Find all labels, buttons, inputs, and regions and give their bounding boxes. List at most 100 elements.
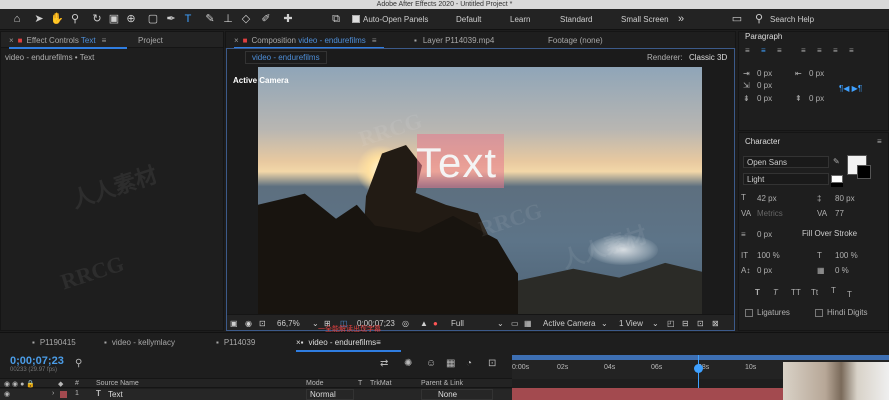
draft-3d-icon[interactable]: ✺: [404, 358, 412, 369]
baseline-shift-field[interactable]: 0 px: [757, 266, 772, 275]
search-help-field[interactable]: Search Help: [770, 15, 814, 24]
chevron-down-icon[interactable]: ⌄: [601, 319, 608, 328]
align-right-icon[interactable]: ≡: [777, 46, 782, 55]
resize-icon[interactable]: ⊡: [259, 319, 266, 328]
indent-left-field[interactable]: 0 px: [757, 69, 772, 78]
brush-tool-icon[interactable]: ✎: [203, 12, 217, 26]
timeline-timecode[interactable]: 0;00;07;23: [10, 355, 64, 367]
small-caps-button[interactable]: Tt: [811, 288, 818, 297]
mask-toggle-icon[interactable]: ◉: [245, 319, 252, 328]
workspace-learn[interactable]: Learn: [510, 15, 530, 24]
eraser-tool-icon[interactable]: ◇: [239, 12, 253, 26]
panel-menu-icon[interactable]: ≡: [102, 36, 107, 45]
horizontal-scale-field[interactable]: 100 %: [835, 251, 858, 260]
search-icon[interactable]: ⚲: [752, 12, 766, 26]
font-family-dropdown[interactable]: Open Sans: [743, 156, 829, 168]
tab-layer[interactable]: ▪ Layer P114039.mp4: [414, 36, 494, 45]
type-tool-icon[interactable]: T: [181, 12, 195, 26]
layer-mode-dropdown[interactable]: Normal: [306, 389, 354, 400]
subscript-button[interactable]: T: [847, 290, 852, 299]
frame-blending-icon[interactable]: ▦: [446, 358, 455, 369]
composition-viewer[interactable]: video - endurefilms Renderer: Classic 3D…: [226, 48, 735, 331]
sync-icon[interactable]: ▭: [730, 12, 744, 26]
first-line-indent-field[interactable]: 0 px: [757, 81, 772, 90]
black-swatch[interactable]: [831, 183, 843, 187]
chevron-down-icon[interactable]: ⌄: [652, 319, 659, 328]
layer-label-color[interactable]: [60, 391, 67, 398]
show-snapshot-icon[interactable]: ▲: [420, 319, 428, 328]
tab-project[interactable]: Project: [138, 36, 163, 45]
text-direction-icon[interactable]: ¶◀ ▶¶: [839, 84, 862, 93]
transparency-grid-icon[interactable]: ▦: [524, 319, 532, 328]
col-mode[interactable]: Mode: [306, 380, 324, 387]
chevron-down-icon[interactable]: ⌄: [497, 319, 504, 328]
tracking-field[interactable]: 77: [835, 209, 844, 218]
stroke-mode-dropdown[interactable]: Fill Over Stroke: [799, 228, 885, 240]
table-row[interactable]: ◉ › 1 T Text Normal None: [0, 389, 512, 400]
expand-chevron-icon[interactable]: ›: [52, 390, 54, 397]
puppet-pin-tool-icon[interactable]: ✚: [281, 12, 295, 26]
fast-preview-icon[interactable]: ⊟: [682, 319, 689, 328]
always-preview-icon[interactable]: ▣: [230, 319, 238, 328]
panel-menu-icon[interactable]: ≡: [877, 137, 882, 146]
snapping-icon[interactable]: ⧉: [329, 12, 343, 26]
font-style-dropdown[interactable]: Light: [743, 173, 829, 185]
zoom-tool-icon[interactable]: ⚲: [68, 12, 82, 26]
eyedropper-icon[interactable]: ✎: [833, 157, 840, 166]
vertical-scale-field[interactable]: 100 %: [757, 251, 780, 260]
align-left-icon[interactable]: ≡: [745, 46, 750, 55]
render-icon[interactable]: ◰: [667, 319, 675, 328]
renderer-value[interactable]: Classic 3D: [689, 53, 727, 62]
space-before-field[interactable]: 0 px: [757, 94, 772, 103]
comp-navigator-tab[interactable]: video - endurefilms: [245, 51, 327, 64]
timeline-tab-p1190415[interactable]: ▪ P1190415: [32, 338, 76, 347]
pen-tool-icon[interactable]: ✒: [164, 12, 178, 26]
layer-name[interactable]: Text: [108, 390, 123, 399]
space-after-field[interactable]: 0 px: [809, 94, 824, 103]
home-icon[interactable]: ⌂: [10, 12, 24, 26]
channel-icon[interactable]: ●: [433, 319, 438, 328]
hand-tool-icon[interactable]: ✋: [50, 12, 64, 26]
faux-bold-button[interactable]: T: [755, 288, 760, 297]
tab-composition[interactable]: × ■ Composition video - endurefilms ≡: [234, 36, 376, 45]
resolution-dropdown[interactable]: Full: [451, 319, 464, 328]
workspace-overflow-icon[interactable]: »: [674, 12, 688, 26]
camera-dropdown[interactable]: Active Camera: [543, 319, 595, 328]
workspace-default[interactable]: Default: [456, 15, 481, 24]
timeline-tab-p114039[interactable]: ▪ P114039: [216, 338, 255, 347]
tsume-field[interactable]: 0 %: [835, 266, 849, 275]
clone-stamp-tool-icon[interactable]: ⊥: [221, 12, 235, 26]
work-area-bar[interactable]: [512, 355, 889, 360]
align-center-icon[interactable]: ≡: [761, 46, 766, 55]
roto-brush-tool-icon[interactable]: ✐: [259, 12, 273, 26]
hide-shy-layers-icon[interactable]: ☺: [426, 358, 436, 369]
text-layer-content[interactable]: Text: [416, 142, 497, 184]
flowchart-icon[interactable]: ⊠: [712, 319, 719, 328]
auto-open-panels-checkbox[interactable]: [352, 15, 360, 23]
faux-italic-button[interactable]: T: [773, 288, 778, 297]
white-swatch[interactable]: [831, 175, 843, 183]
timeline-tab-kellymlacy[interactable]: ▪ video - kellymlacy: [104, 338, 175, 347]
tab-footage[interactable]: Footage (none): [548, 36, 603, 45]
close-icon[interactable]: ×: [9, 36, 14, 45]
superscript-button[interactable]: T: [831, 286, 836, 295]
visibility-icon[interactable]: ◉: [4, 390, 10, 398]
font-size-field[interactable]: 42 px: [757, 194, 777, 203]
zoom-dropdown[interactable]: 66,7%: [277, 319, 300, 328]
hindi-digits-checkbox[interactable]: [815, 309, 823, 317]
panel-menu-icon[interactable]: ≡: [372, 36, 377, 45]
timeline-icon[interactable]: ⊡: [697, 319, 704, 328]
pan-behind-tool-icon[interactable]: ⊕: [124, 12, 138, 26]
snapshot-icon[interactable]: ◎: [402, 319, 409, 328]
justify-all-icon[interactable]: ≡: [849, 46, 854, 55]
col-source-name[interactable]: Source Name: [96, 380, 139, 387]
all-caps-button[interactable]: TT: [791, 288, 801, 297]
justify-right-icon[interactable]: ≡: [833, 46, 838, 55]
region-of-interest-icon[interactable]: ▭: [511, 319, 519, 328]
workspace-small-screen[interactable]: Small Screen: [621, 15, 669, 24]
ligatures-checkbox[interactable]: [745, 309, 753, 317]
search-icon[interactable]: ⚲: [75, 358, 82, 369]
justify-center-icon[interactable]: ≡: [817, 46, 822, 55]
stroke-width-field[interactable]: 0 px: [757, 230, 772, 239]
col-trkmat[interactable]: TrkMat: [370, 380, 392, 387]
